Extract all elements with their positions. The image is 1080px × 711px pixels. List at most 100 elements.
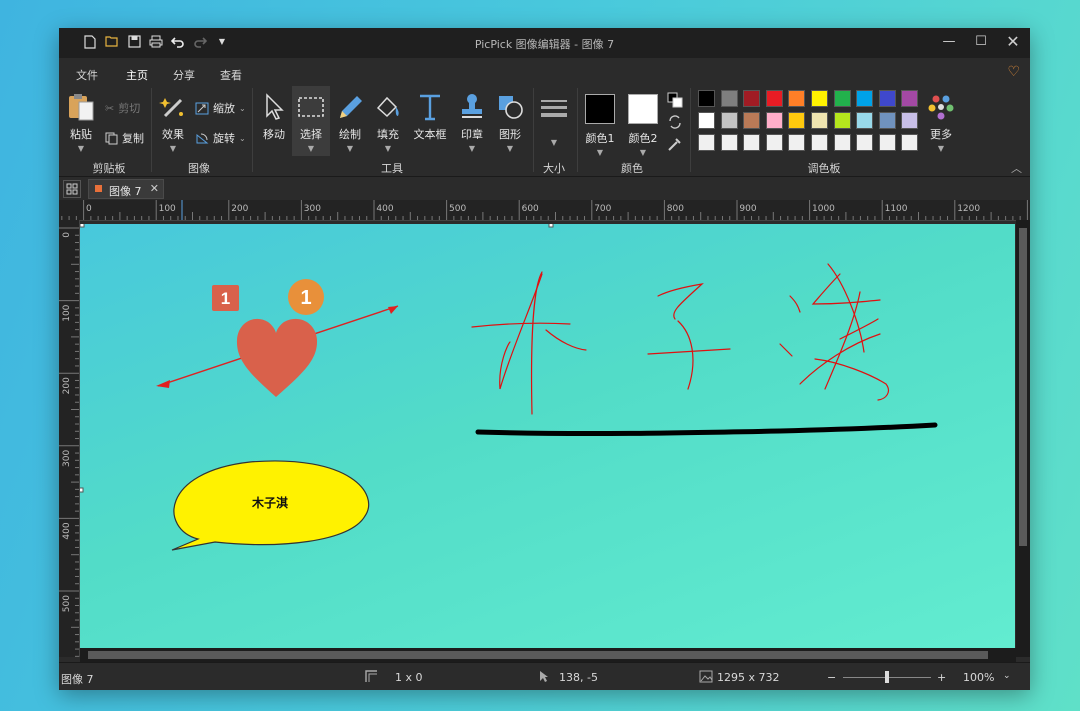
ruler-label: 0 [86, 204, 92, 214]
palette-swatch[interactable] [856, 112, 874, 129]
ruler-label: 400 [376, 204, 393, 214]
palette-swatch[interactable] [698, 112, 715, 129]
tab-view[interactable]: 查看 [220, 67, 242, 83]
horizontal-scrollbar[interactable] [80, 648, 1016, 662]
palette-swatch[interactable] [720, 112, 738, 129]
palette-swatch[interactable] [788, 134, 806, 151]
tab-home[interactable]: 主页 [124, 67, 150, 89]
palette-swatch[interactable] [811, 90, 828, 107]
ribbon-divider [533, 88, 534, 172]
ruler-label: 800 [667, 204, 684, 214]
chevron-down-icon: ▼ [937, 144, 945, 153]
palette-swatch[interactable] [698, 90, 715, 107]
ruler-label: 100 [62, 304, 72, 321]
more-colors-button[interactable]: 更多 ▼ [923, 92, 959, 153]
color1-button[interactable]: 颜色1 ▼ [582, 94, 618, 157]
resize-handle[interactable] [548, 224, 554, 228]
palette-swatch[interactable] [901, 90, 919, 107]
swap-colors-icon[interactable] [667, 114, 683, 133]
palette-swatch[interactable] [878, 134, 896, 151]
palette-swatch[interactable] [788, 90, 806, 107]
copy-icon [105, 132, 118, 144]
palette-swatch[interactable] [765, 90, 783, 107]
ribbon-divider [577, 88, 578, 172]
zoom-level[interactable]: 100% [963, 671, 994, 684]
palette-swatch[interactable] [698, 134, 715, 151]
textbox-tool-button[interactable]: 文本框 [411, 92, 449, 142]
paste-button[interactable]: 粘贴 ▼ [65, 92, 97, 153]
group-clipboard-label: 剪贴板 [92, 162, 126, 175]
select-tool-button[interactable]: 选择 ▼ [294, 92, 328, 153]
resize-button[interactable]: 缩放 ⌄ [195, 100, 246, 116]
palette-swatch[interactable] [743, 112, 761, 129]
palette-swatch[interactable] [811, 134, 828, 151]
zoom-slider-thumb[interactable] [885, 671, 889, 683]
palette-swatch[interactable] [765, 134, 783, 151]
resize-handle[interactable] [80, 224, 85, 228]
palette-swatch[interactable] [856, 134, 874, 151]
close-tab-icon[interactable]: ✕ [150, 182, 159, 195]
ruler-label: 1200 [957, 204, 980, 214]
ribbon-tabs: 文件 主页 分享 查看 ♡ [59, 58, 1030, 89]
chevron-down-icon: ▼ [384, 144, 392, 153]
tab-share[interactable]: 分享 [173, 67, 195, 83]
vertical-ruler: 0 100 200 300 400 500 [59, 220, 80, 657]
resize-handle[interactable] [80, 487, 84, 493]
zoom-dropdown-icon[interactable]: ⌄ [1003, 671, 1011, 681]
palette-swatch[interactable] [878, 90, 896, 107]
rotate-label: 旋转 [213, 132, 235, 145]
effects-button[interactable]: 效果 ▼ [157, 92, 189, 153]
minimize-button[interactable]: — [940, 33, 958, 51]
vertical-scrollbar[interactable] [1016, 220, 1030, 657]
palette-swatch[interactable] [833, 112, 851, 129]
zoom-out-button[interactable]: − [827, 671, 836, 684]
eyedropper-icon[interactable] [667, 136, 683, 155]
tab-file[interactable]: 文件 [76, 67, 98, 83]
ribbon: 粘贴 ▼ ✂ 剪切 复制 剪贴板 效果 ▼ 缩放 ⌄ 旋转 ⌄ 图像 移动 选择… [59, 84, 1030, 176]
palette-swatch[interactable] [811, 112, 828, 129]
palette-swatch[interactable] [743, 134, 761, 151]
zoom-in-button[interactable]: + [937, 671, 946, 684]
stamp-tool-button[interactable]: 印章 ▼ [455, 92, 489, 153]
rotate-button[interactable]: 旋转 ⌄ [195, 130, 246, 146]
heart-shape [236, 318, 318, 397]
close-button[interactable]: ✕ [1004, 33, 1022, 51]
heart-icon[interactable]: ♡ [1007, 64, 1020, 80]
move-tool-button[interactable]: 移动 [259, 92, 289, 142]
collapse-ribbon-icon[interactable]: ︿ [1011, 160, 1022, 176]
handwritten-signature [471, 263, 890, 415]
palette-icon [928, 95, 954, 120]
color2-button[interactable]: 颜色2 ▼ [625, 94, 661, 157]
palette-swatch[interactable] [856, 90, 874, 107]
document-tab[interactable]: 图像 7 ✕ [88, 179, 164, 199]
horizontal-scroll-thumb[interactable] [88, 651, 988, 659]
palette-swatch[interactable] [901, 134, 919, 151]
palette-swatch[interactable] [833, 134, 851, 151]
ruler-label: 300 [304, 204, 321, 214]
palette-swatch[interactable] [901, 112, 919, 129]
image-canvas[interactable]: 1 1 木子淇 [80, 224, 1015, 648]
vertical-scroll-thumb[interactable] [1019, 228, 1027, 546]
stamp-icon [462, 94, 482, 118]
draw-label: 绘制 [339, 128, 361, 141]
zoom-slider[interactable] [843, 671, 931, 683]
cut-button[interactable]: ✂ 剪切 [105, 100, 140, 116]
palette-swatch[interactable] [878, 112, 896, 129]
palette-swatch[interactable] [788, 112, 806, 129]
thumbnail-view-icon[interactable] [63, 180, 81, 198]
fill-tool-button[interactable]: 填充 ▼ [371, 92, 405, 153]
swap-default-colors-icon[interactable] [667, 92, 683, 111]
cursor-icon [266, 93, 284, 120]
draw-tool-button[interactable]: 绘制 ▼ [333, 92, 367, 153]
palette-swatch[interactable] [720, 90, 738, 107]
stroke-size-button[interactable]: ▼ [537, 92, 571, 147]
palette-swatch[interactable] [833, 90, 851, 107]
maximize-button[interactable]: ☐ [972, 33, 990, 51]
copy-button[interactable]: 复制 [105, 130, 144, 146]
underline-stroke [475, 422, 938, 437]
palette-swatch[interactable] [720, 134, 738, 151]
palette-swatch[interactable] [743, 90, 761, 107]
selection-icon [298, 97, 324, 117]
palette-swatch[interactable] [765, 112, 783, 129]
shape-tool-button[interactable]: 图形 ▼ [493, 92, 527, 153]
